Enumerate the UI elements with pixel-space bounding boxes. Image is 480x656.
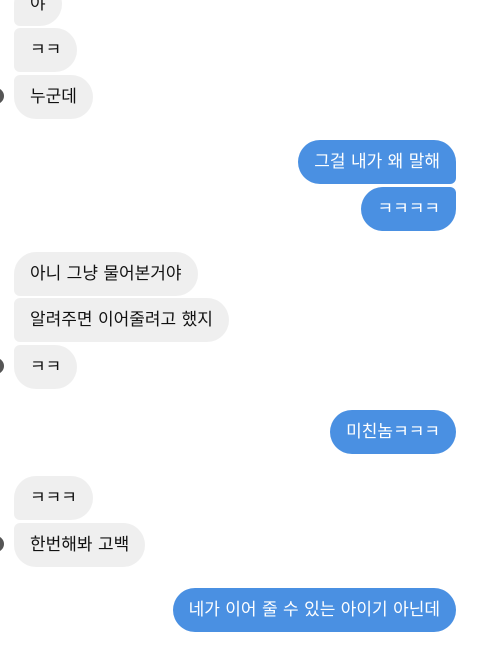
message-text: 네가 이어 줄 수 있는 아이기 아닌데 <box>188 600 440 620</box>
message-text: 야 <box>30 0 46 14</box>
received-message-bubble[interactable]: ㅋㅋ <box>14 28 78 72</box>
message-text: 아니 그냥 물어본거야 <box>30 264 182 284</box>
received-message-bubble[interactable]: 야 <box>14 0 62 26</box>
contact-avatar[interactable] <box>0 536 4 552</box>
chat-screen: 야 ㅋㅋ 누군데 그걸 내가 왜 말해 ㅋㅋㅋㅋ 아니 그냥 물어본거야 알려주… <box>0 0 480 656</box>
message-text: ㅋㅋ <box>30 357 62 377</box>
received-message-bubble[interactable]: ㅋㅋ <box>14 345 78 389</box>
message-text: ㅋㅋㅋㅋ <box>377 199 440 219</box>
received-message-bubble[interactable]: 누군데 <box>14 75 93 119</box>
sent-message-bubble[interactable]: ㅋㅋㅋㅋ <box>361 187 456 231</box>
contact-avatar[interactable] <box>0 88 4 104</box>
sent-message-bubble[interactable]: 그걸 내가 왜 말해 <box>298 140 456 184</box>
sent-message-bubble[interactable]: 네가 이어 줄 수 있는 아이기 아닌데 <box>172 588 456 632</box>
message-text: 그걸 내가 왜 말해 <box>314 152 440 172</box>
message-text: 누군데 <box>30 87 77 107</box>
message-text: ㅋㅋㅋ <box>30 488 77 508</box>
message-text: 미친놈ㅋㅋㅋ <box>346 422 440 442</box>
received-message-bubble[interactable]: ㅋㅋㅋ <box>14 476 93 520</box>
message-text: 알려주면 이어줄려고 했지 <box>30 310 213 330</box>
message-text: ㅋㅋ <box>30 40 62 60</box>
received-message-bubble[interactable]: 한번해봐 고백 <box>14 523 146 567</box>
received-message-bubble[interactable]: 알려주면 이어줄려고 했지 <box>14 298 229 342</box>
received-message-bubble[interactable]: 아니 그냥 물어본거야 <box>14 252 198 296</box>
contact-avatar[interactable] <box>0 358 4 374</box>
sent-message-bubble[interactable]: 미친놈ㅋㅋㅋ <box>330 410 456 454</box>
message-text: 한번해봐 고백 <box>30 535 130 555</box>
